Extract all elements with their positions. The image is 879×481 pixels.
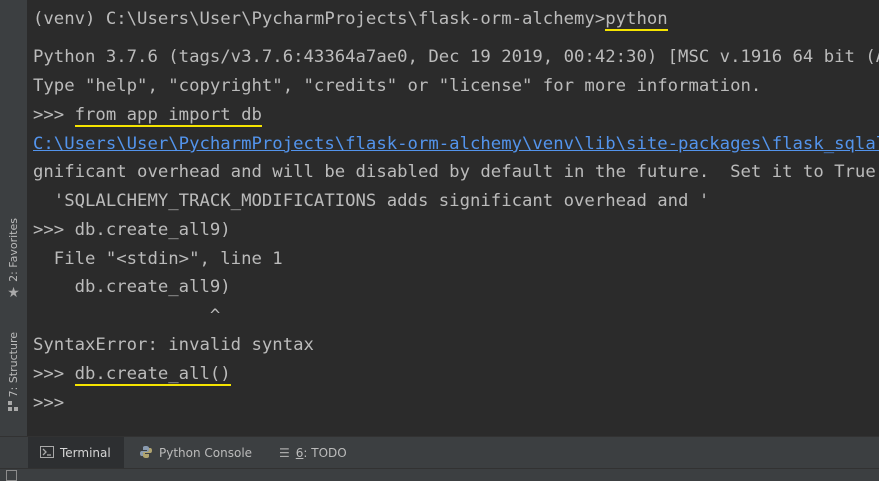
terminal-line: ^ <box>33 306 221 326</box>
favorites-tab-label: 2: Favorites <box>7 218 20 282</box>
prompt-path: (venv) C:\Users\User\PycharmProjects\fla… <box>33 9 606 29</box>
tab-terminal[interactable]: Terminal <box>28 437 124 469</box>
structure-tool-tab[interactable]: 7: Structure <box>0 332 27 415</box>
tab-todo-label: : TODO <box>303 446 347 460</box>
left-tool-strip: 2: Favorites ★ 7: Structure <box>0 0 28 436</box>
typed-command: from app import db <box>74 105 262 127</box>
terminal-output[interactable]: (venv) C:\Users\User\PycharmProjects\fla… <box>27 0 879 436</box>
python-prompt: >>> <box>33 364 75 384</box>
structure-icon <box>8 401 19 415</box>
tab-todo[interactable]: ☰ 6: TODO <box>267 437 367 469</box>
file-path-link[interactable]: C:\Users\User\PycharmProjects\flask-orm-… <box>33 134 879 154</box>
terminal-line: C:\Users\User\PycharmProjects\flask-orm-… <box>33 130 879 159</box>
terminal-line: Python 3.7.6 (tags/v3.7.6:43364a7ae0, De… <box>33 47 879 67</box>
terminal-line: >>> from app import db <box>33 101 262 130</box>
typed-command: db.create_all() <box>74 364 231 386</box>
structure-tab-label: 7: Structure <box>7 332 20 398</box>
typed-command: python <box>605 9 668 31</box>
terminal-line: >>> <box>33 393 65 413</box>
favorites-tool-tab[interactable]: 2: Favorites ★ <box>0 218 27 300</box>
terminal-line: SyntaxError: invalid syntax <box>33 335 314 355</box>
terminal-line: File "<stdin>", line 1 <box>33 249 283 269</box>
terminal-icon <box>40 445 54 461</box>
python-prompt: >>> <box>33 105 75 125</box>
star-icon: ★ <box>7 284 20 301</box>
terminal-line: >>> db.create_all() <box>33 360 231 389</box>
terminal-line: Type "help", "copyright", "credits" or "… <box>33 76 762 96</box>
list-icon: ☰ <box>279 446 290 460</box>
tool-window-toggle-icon[interactable] <box>6 470 17 481</box>
bottom-tool-tabs: Terminal Python Console ☰ 6: TODO <box>0 436 879 469</box>
terminal-line: (venv) C:\Users\User\PycharmProjects\fla… <box>33 5 668 34</box>
python-icon <box>139 445 153 462</box>
tab-python-console-label: Python Console <box>159 446 253 460</box>
tab-terminal-label: Terminal <box>60 446 111 460</box>
status-bar <box>0 468 879 481</box>
ide-window: 2: Favorites ★ 7: Structure (venv) C:\Us… <box>0 0 879 481</box>
terminal-line: >>> db.create_all9) <box>33 220 231 240</box>
tab-todo-mnemonic: 6 <box>295 446 304 460</box>
terminal-line: db.create_all9) <box>33 277 231 297</box>
tab-python-console[interactable]: Python Console <box>127 437 267 469</box>
terminal-line: 'SQLALCHEMY_TRACK_MODIFICATIONS adds sig… <box>33 191 710 211</box>
terminal-line: gnificant overhead and will be disabled … <box>33 162 876 182</box>
